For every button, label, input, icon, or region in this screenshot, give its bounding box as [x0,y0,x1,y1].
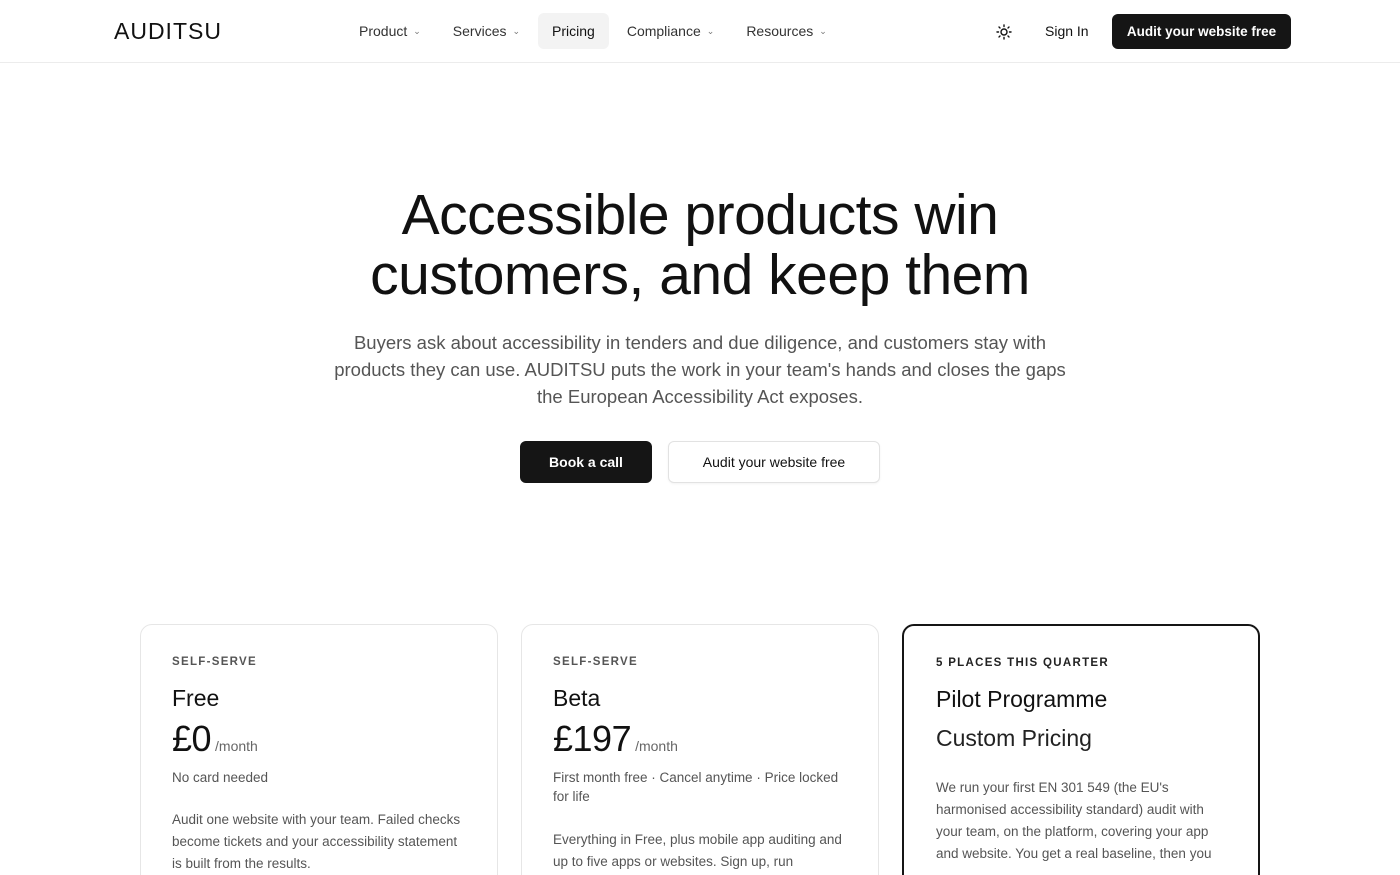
nav-item-product[interactable]: Product ⌄ [345,13,435,49]
plan-description: We run your first EN 301 549 (the EU's h… [936,780,1212,861]
plan-note: No card needed [172,770,269,785]
sign-in-link[interactable]: Sign In [1045,23,1089,39]
main-nav: Product ⌄ Services ⌄ Pricing Compliance … [345,13,841,49]
nav-item-label: Services [452,23,507,39]
nav-item-label: Compliance [626,23,701,39]
audit-free-button-hero[interactable]: Audit your website free [668,441,880,483]
audit-free-button-header[interactable]: Audit your website free [1112,14,1291,49]
plan-note: First month free · Cancel anytime · Pric… [553,770,839,804]
nav-item-label: Pricing [552,23,595,39]
plan-description: Audit one website with your team. Failed… [172,812,461,871]
plan-period: /month [635,738,678,754]
plan-price-row: £0 /month [172,718,466,760]
plan-eyebrow: SELF-SERVE [172,656,257,668]
plan-eyebrow: 5 PLACES THIS QUARTER [936,657,1109,669]
plan-price-row: £197 /month [553,718,847,760]
plan-card-beta: SELF-SERVE Beta £197 /month First month … [521,624,879,875]
hero-subtitle: Buyers ask about accessibility in tender… [334,332,1066,407]
site-header: AUDITSU Product ⌄ Services ⌄ Pricing Com… [0,0,1400,63]
hero-title-line-2: customers, and keep them [370,243,1030,307]
plan-price: £197 [553,718,632,759]
plan-price: £0 [172,718,212,759]
nav-item-label: Product [359,23,408,39]
nav-item-pricing[interactable]: Pricing [538,13,609,49]
nav-item-compliance[interactable]: Compliance ⌄ [613,13,728,49]
hero-title-line-1: Accessible products win [401,183,999,247]
logo[interactable]: AUDITSU [114,18,222,45]
nav-item-services[interactable]: Services ⌄ [439,13,534,49]
chevron-down-icon: ⌄ [706,25,715,36]
plan-card-pilot: 5 PLACES THIS QUARTER Pilot Programme Cu… [902,624,1260,875]
nav-item-label: Resources [746,23,814,39]
plan-price-label: Custom Pricing [936,725,1092,751]
plan-eyebrow: SELF-SERVE [553,656,638,668]
book-call-button[interactable]: Book a call [520,441,652,483]
chevron-down-icon: ⌄ [819,25,827,36]
plan-description: Everything in Free, plus mobile app audi… [553,832,842,869]
chevron-down-icon: ⌄ [512,25,521,36]
plan-name: Beta [553,685,601,711]
hero-title: Accessible products win customers, and k… [0,185,1400,305]
chevron-down-icon: ⌄ [413,25,421,36]
theme-toggle-button[interactable] [992,20,1016,44]
nav-item-resources[interactable]: Resources ⌄ [732,13,840,49]
plan-card-free: SELF-SERVE Free £0 /month No card needed… [140,624,498,875]
sun-icon [996,24,1012,40]
plan-name: Free [172,685,220,711]
plan-period: /month [215,738,258,754]
plan-name: Pilot Programme [936,686,1108,712]
